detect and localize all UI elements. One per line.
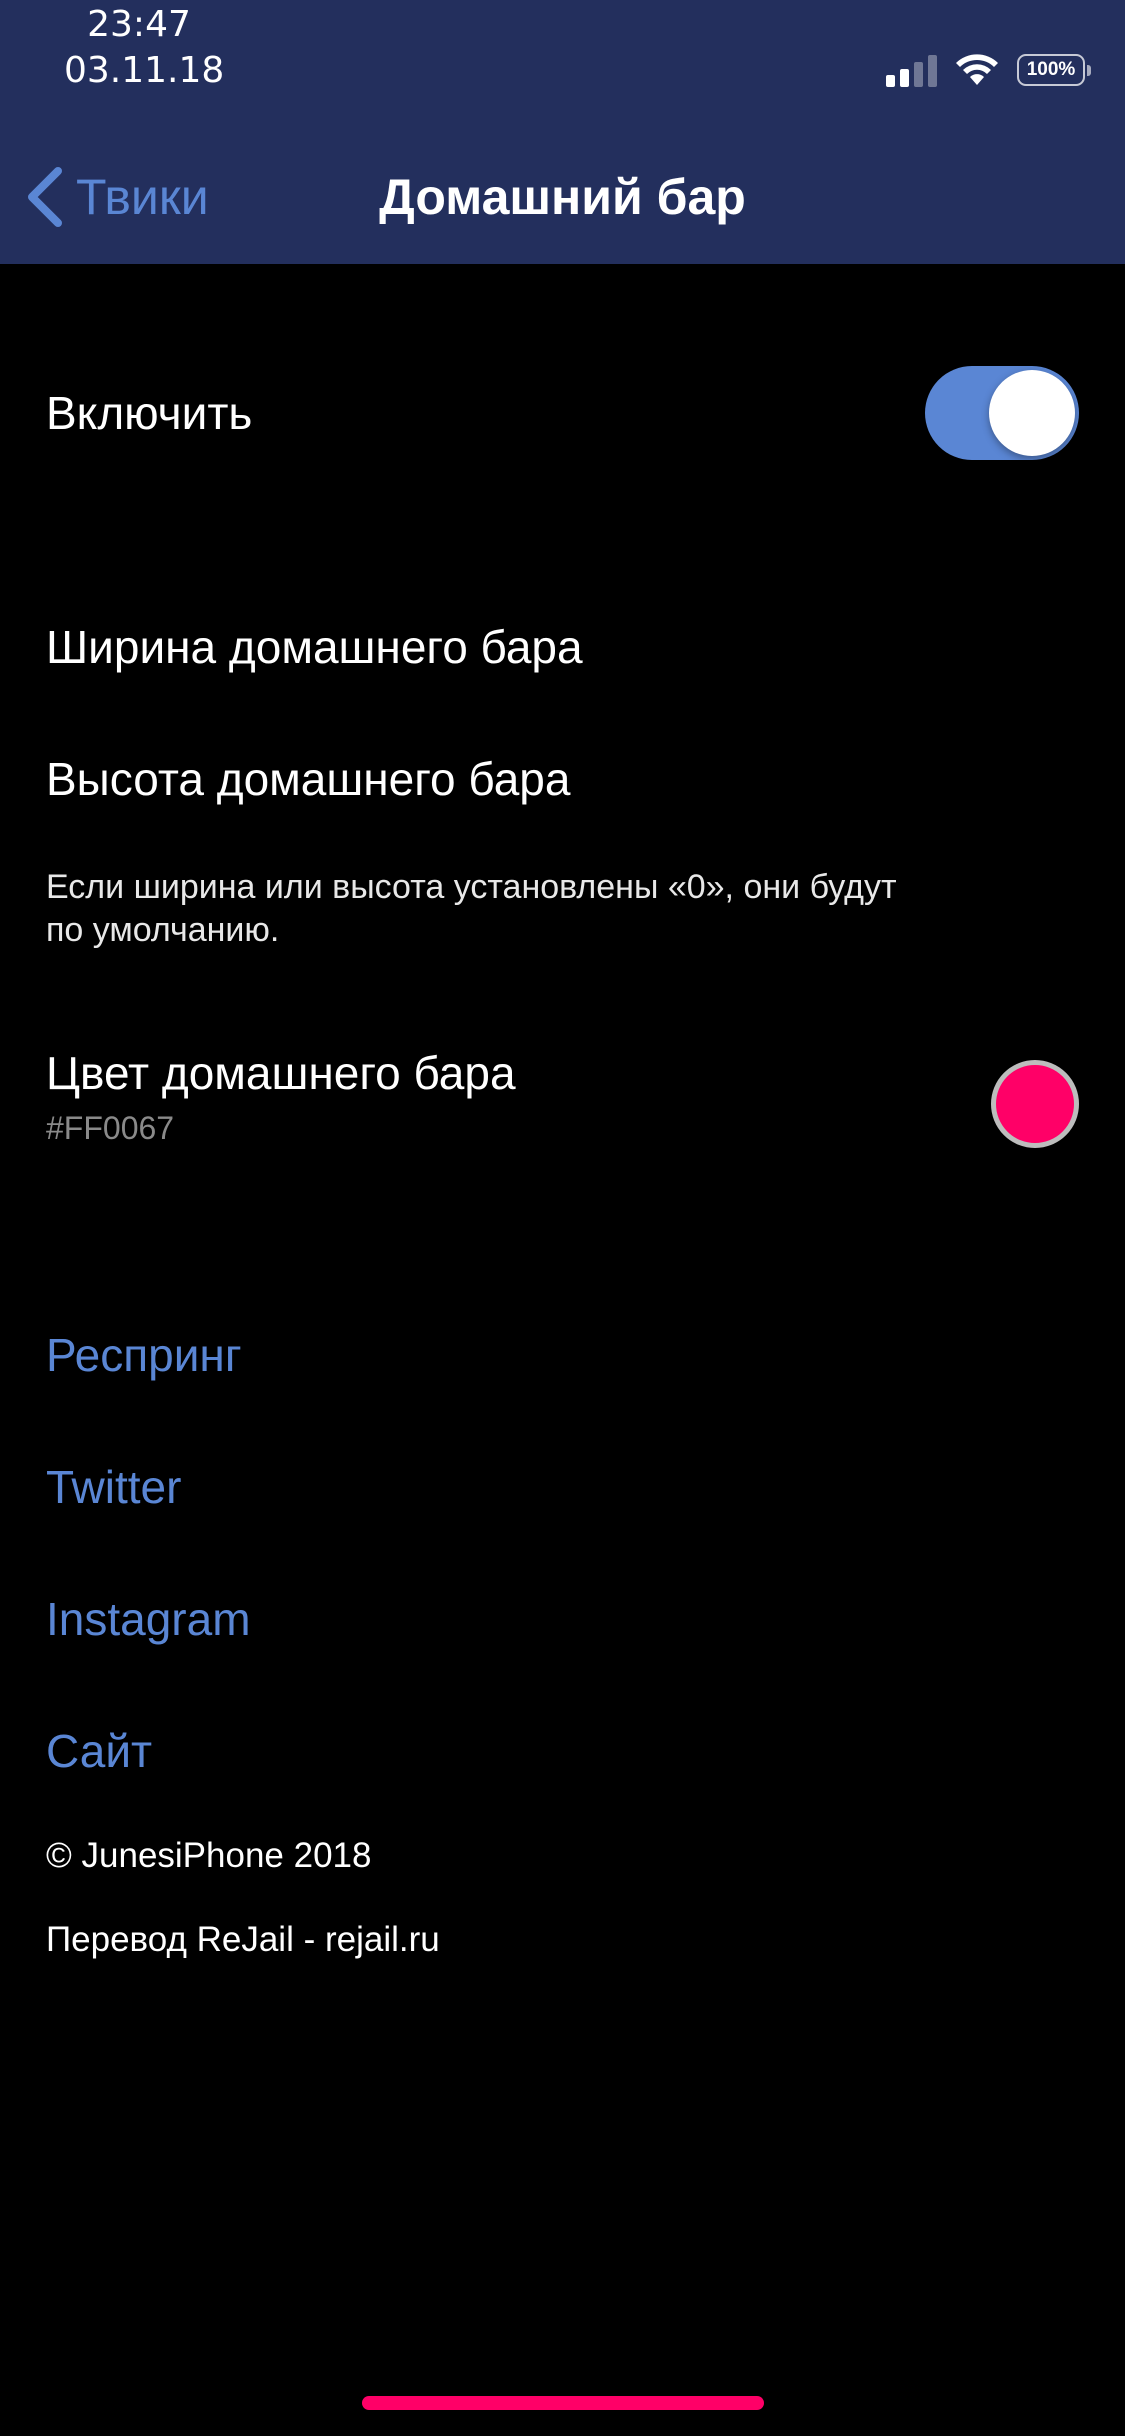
enable-toggle[interactable] [925, 366, 1079, 460]
status-time: 23:47 03.11.18 [64, 2, 225, 94]
screen: 23:47 03.11.18 100% Твики Домашний бар В… [0, 0, 1125, 2436]
wifi-icon [956, 54, 998, 85]
toggle-knob [989, 370, 1075, 456]
status-time-clock: 23:47 [87, 4, 191, 45]
page-title: Домашний бар [379, 169, 746, 225]
instagram-link[interactable]: Instagram [46, 1592, 1079, 1646]
color-value: #FF0067 [46, 1110, 175, 1146]
footnote-line-1: Если ширина или высота установлены «0», … [46, 868, 897, 906]
battery-text: 100% [1026, 59, 1076, 80]
copyright-text: © JunesiPhone 2018 [46, 1836, 372, 1875]
translation-credit: Перевод ReJail - rejail.ru [46, 1920, 440, 1959]
battery-icon: 100% [1017, 54, 1091, 86]
respring-link[interactable]: Респринг [46, 1328, 1079, 1382]
header: 23:47 03.11.18 100% Твики Домашний бар [0, 0, 1125, 264]
home-indicator [362, 2396, 764, 2410]
color-label: Цвет домашнего бара [46, 1047, 516, 1099]
site-link[interactable]: Сайт [46, 1724, 1079, 1778]
size-footnote: Если ширина или высота установлены «0», … [46, 866, 1079, 952]
signal-icon [886, 53, 937, 87]
height-setting[interactable]: Высота домашнего бара [46, 752, 1079, 806]
footnote-line-2: по умолчанию. [46, 911, 280, 949]
status-time-date: 03.11.18 [64, 50, 225, 91]
width-setting[interactable]: Ширина домашнего бара [46, 620, 1079, 674]
twitter-link[interactable]: Twitter [46, 1460, 1079, 1514]
color-swatch[interactable] [991, 1060, 1079, 1148]
status-icons: 100% [886, 50, 1091, 90]
color-setting[interactable]: Цвет домашнего бара #FF0067 [46, 1046, 1079, 1147]
